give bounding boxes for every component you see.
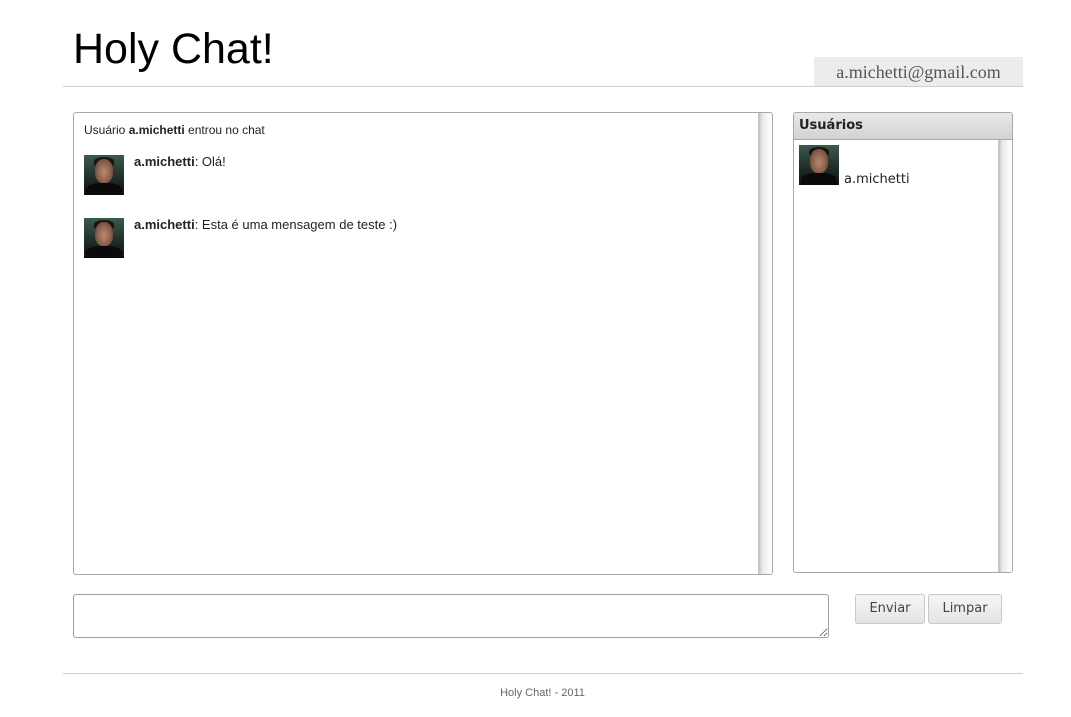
footer-text: Holy Chat! - 2011 (500, 687, 585, 699)
users-panel-title: Usuários (794, 113, 1012, 140)
chat-message: a.michetti: Esta é uma mensagem de teste… (84, 216, 748, 258)
logged-user-email: a.michetti@gmail.com (814, 57, 1023, 86)
avatar (84, 218, 124, 258)
system-message-prefix: Usuário (84, 123, 129, 137)
users-scrollbar[interactable] (998, 140, 1012, 572)
message-separator: : (194, 217, 202, 232)
message-body: Olá! (201, 154, 226, 169)
user-list-item[interactable]: a.michetti (799, 145, 989, 187)
message-author: a.michetti (134, 154, 195, 169)
message-input[interactable] (73, 594, 829, 638)
chat-message: a.michetti: Olá! (84, 153, 748, 195)
chat-panel: Usuário a.michetti entrou no chat a.mich… (73, 112, 773, 575)
chat-scrollbar[interactable] (758, 113, 772, 574)
user-name: a.michetti (844, 172, 910, 187)
avatar (84, 155, 124, 195)
users-list[interactable]: a.michetti (794, 140, 998, 572)
message-separator: : (194, 154, 202, 169)
message-author: a.michetti (134, 217, 195, 232)
send-button[interactable]: Enviar (855, 594, 925, 624)
system-message-suffix: entrou no chat (184, 123, 265, 137)
clear-button[interactable]: Limpar (928, 594, 1002, 624)
footer-divider (63, 673, 1023, 674)
system-message: Usuário a.michetti entrou no chat (84, 123, 748, 138)
app-title: Holy Chat! (73, 25, 274, 73)
chat-messages-list[interactable]: Usuário a.michetti entrou no chat a.mich… (74, 113, 758, 574)
users-panel: Usuários a.michetti (793, 112, 1013, 573)
message-body: Esta é uma mensagem de teste :) (201, 217, 398, 232)
message-text: a.michetti: Olá! (134, 153, 226, 171)
system-message-user: a.michetti (128, 123, 185, 137)
message-text: a.michetti: Esta é uma mensagem de teste… (134, 216, 397, 234)
avatar (799, 145, 839, 185)
header-divider (63, 86, 1023, 87)
